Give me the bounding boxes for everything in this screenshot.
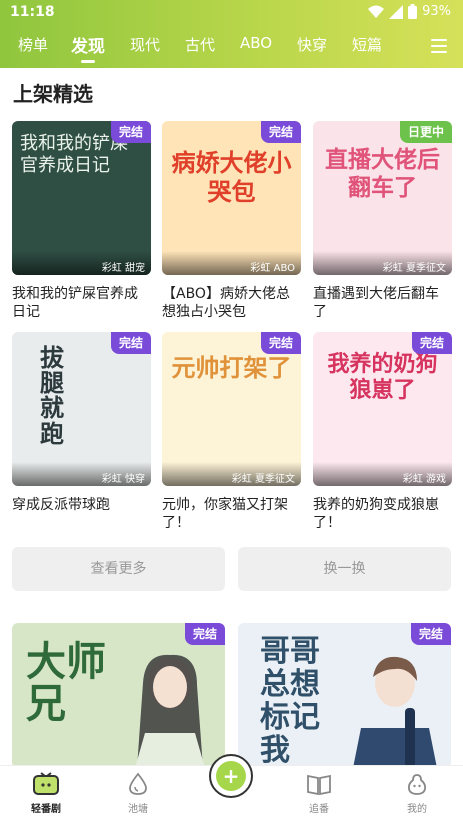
cover-art-text: 大师兄 — [26, 639, 106, 727]
book-tags: 彩虹 快穿 — [12, 462, 151, 486]
book-title: 直播遇到大佬后翻车了 — [313, 286, 439, 320]
cover-art-text: 拔腿就跑 — [40, 344, 64, 448]
cover-art-text: 哥哥总想标记我 — [260, 634, 320, 768]
featured-book-card[interactable]: 哥哥总想标记我 完结 — [238, 623, 451, 768]
book-card[interactable]: 病娇大佬小哭包 完结 彩虹 ABO 【ABO】病娇大佬总想独占小哭包 — [162, 121, 301, 321]
status-icons: 93% — [368, 4, 451, 19]
tab-rankings[interactable]: 榜单 — [18, 34, 48, 55]
status-badge: 日更中 — [399, 121, 452, 143]
book-title: 我养的奶狗变成狼崽了！ — [313, 497, 439, 531]
nav-label: 池塘 — [128, 804, 148, 815]
book-title: 【ABO】病娇大佬总想独占小哭包 — [162, 286, 290, 320]
character-illustration-icon — [135, 654, 205, 768]
cover-art-text: 病娇大佬小哭包 — [171, 149, 292, 206]
battery-icon — [408, 4, 418, 19]
header-bar: 11:18 93% 榜单 发现 现代 古代 ABO 快穿 短篇 — [0, 0, 463, 68]
book-card[interactable]: 我和我的铲屎官养成日记 完结 彩虹 甜宠 我和我的铲屎官养成日记 — [12, 121, 151, 321]
signal-icon — [389, 4, 404, 19]
nav-label: 追番 — [309, 804, 329, 815]
status-badge: 完结 — [110, 121, 151, 143]
bottom-navigation: 轻番剧 池塘 + 追番 我的 — [0, 754, 463, 823]
battery-percent: 93% — [422, 4, 451, 19]
wifi-icon — [368, 5, 385, 18]
book-tags: 彩虹 游戏 — [313, 462, 452, 486]
tab-discover[interactable]: 发现 — [71, 32, 105, 63]
nav-label: 我的 — [407, 804, 427, 815]
status-badge: 完结 — [260, 121, 301, 143]
plus-icon: + — [216, 761, 246, 791]
book-cover: 直播大佬后翻车了 日更中 彩虹 夏季征文 — [313, 121, 452, 275]
tab-quick-transmigration[interactable]: 快穿 — [297, 34, 327, 55]
nav-label: 轻番剧 — [31, 804, 61, 815]
water-drop-icon — [129, 772, 147, 795]
tab-short-stories[interactable]: 短篇 — [352, 34, 382, 55]
book-card[interactable]: 直播大佬后翻车了 日更中 彩虹 夏季征文 直播遇到大佬后翻车了 — [313, 121, 452, 321]
category-tabs: 榜单 发现 现代 古代 ABO 快穿 短篇 — [0, 30, 463, 63]
book-cover: 我和我的铲屎官养成日记 完结 彩虹 甜宠 — [12, 121, 151, 275]
status-badge: 完结 — [184, 623, 225, 645]
nav-item-light-anime[interactable]: 轻番剧 — [11, 772, 81, 815]
view-more-button[interactable]: 查看更多 — [12, 547, 225, 591]
pear-face-icon — [407, 774, 427, 795]
section-title: 上架精选 — [13, 82, 93, 106]
book-tags: 彩虹 夏季征文 — [313, 251, 452, 275]
book-tags: 彩虹 甜宠 — [12, 251, 151, 275]
book-card[interactable]: 我养的奶狗狼崽了 完结 彩虹 游戏 我养的奶狗变成狼崽了！ — [313, 332, 452, 532]
book-cover: 拔腿就跑 完结 彩虹 快穿 — [12, 332, 151, 486]
nav-item-following[interactable]: 追番 — [284, 772, 354, 815]
cover-art-text: 直播大佬后翻车了 — [325, 147, 440, 201]
cover-art-text: 我养的奶狗狼崽了 — [327, 352, 438, 404]
book-tags: 彩虹 夏季征文 — [162, 462, 301, 486]
nav-item-pond[interactable]: 池塘 — [103, 772, 173, 815]
character-illustration-icon — [353, 656, 437, 768]
book-icon — [307, 774, 331, 796]
status-badge: 完结 — [410, 623, 451, 645]
book-card[interactable]: 拔腿就跑 完结 彩虹 快穿 穿成反派带球跑 — [12, 332, 151, 514]
featured-book-card[interactable]: 大师兄 完结 — [12, 623, 225, 768]
book-cover: 病娇大佬小哭包 完结 彩虹 ABO — [162, 121, 301, 275]
book-tags: 彩虹 ABO — [162, 251, 301, 275]
status-badge: 完结 — [411, 332, 452, 354]
cover-art-text: 元帅打架了 — [171, 354, 292, 382]
book-title: 我和我的铲屎官养成日记 — [12, 286, 138, 320]
book-cover: 元帅打架了 完结 彩虹 夏季征文 — [162, 332, 301, 486]
book-title: 穿成反派带球跑 — [12, 497, 110, 513]
book-card[interactable]: 元帅打架了 完结 彩虹 夏季征文 元帅，你家猫又打架了！ — [162, 332, 301, 532]
tab-modern[interactable]: 现代 — [130, 34, 160, 55]
book-title: 元帅，你家猫又打架了！ — [162, 497, 288, 531]
tv-icon — [33, 772, 59, 795]
status-badge: 完结 — [260, 332, 301, 354]
status-badge: 完结 — [110, 332, 151, 354]
tab-ancient[interactable]: 古代 — [185, 34, 215, 55]
refresh-button[interactable]: 换一换 — [238, 547, 451, 591]
status-bar: 11:18 93% — [0, 0, 463, 26]
menu-icon[interactable] — [431, 39, 447, 53]
status-time: 11:18 — [10, 4, 55, 20]
nav-item-profile[interactable]: 我的 — [382, 772, 452, 815]
book-cover: 我养的奶狗狼崽了 完结 彩虹 游戏 — [313, 332, 452, 486]
tab-abo[interactable]: ABO — [240, 34, 272, 52]
add-pear-button[interactable]: + — [209, 754, 253, 798]
